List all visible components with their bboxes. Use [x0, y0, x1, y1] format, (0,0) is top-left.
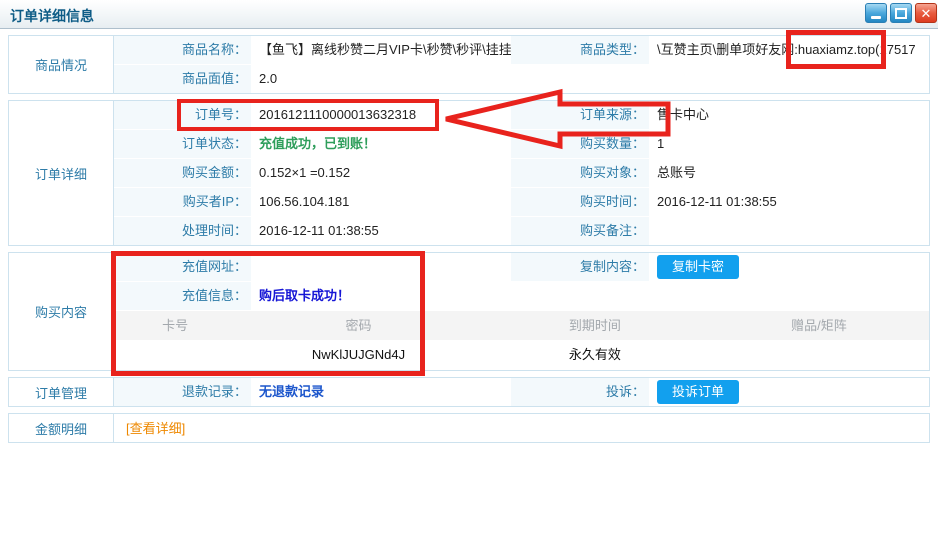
card-table-header: 卡号 密码 到期时间 赠品/矩阵	[114, 311, 929, 340]
product-name-value: 【鱼飞】离线秒赞二月VIP卡\秒赞\秒评\挂挂	[251, 36, 511, 64]
buy-qty-label: 购买数量：	[511, 130, 649, 158]
order-source-value: 售卡中心	[649, 101, 929, 129]
category-manage: 订单管理	[9, 378, 114, 406]
row-amount-detail: [查看详细]	[114, 414, 929, 442]
gift-matrix-value	[709, 340, 929, 370]
card-password-header: 密码	[236, 311, 481, 340]
recharge-url-value	[251, 253, 511, 281]
order-no-label: 订单号：	[114, 101, 251, 129]
minimize-button[interactable]	[865, 3, 887, 23]
window-controls: ✕	[865, 3, 937, 23]
buy-target-value: 总账号	[649, 159, 929, 187]
product-face-label: 商品面值：	[114, 65, 251, 93]
category-product: 商品情况	[9, 36, 114, 93]
section-amount: 金额明细 [查看详细]	[8, 413, 930, 443]
category-amount: 金额明细	[9, 414, 114, 442]
row-recharge-url: 充值网址： 复制内容： 复制卡密	[114, 253, 929, 282]
copy-card-button[interactable]: 复制卡密	[657, 255, 739, 279]
recharge-info-label: 充值信息：	[114, 282, 251, 310]
card-table-row: NwKlJUJGNd4J 永久有效	[114, 340, 929, 370]
buy-amount-label: 购买金额：	[114, 159, 251, 187]
complaint-label: 投诉：	[511, 378, 649, 406]
gift-matrix-header: 赠品/矩阵	[709, 311, 929, 340]
buy-amount-value: 0.152×1 =0.152	[251, 159, 511, 187]
view-detail-link[interactable]: [查看详细]	[114, 414, 185, 442]
refund-record-label: 退款记录：	[114, 378, 251, 406]
buy-qty-value: 1	[649, 130, 929, 158]
card-no-header: 卡号	[114, 311, 236, 340]
product-type-label: 商品类型：	[511, 36, 649, 64]
category-order: 订单详细	[9, 101, 114, 245]
card-password-value: NwKlJUJGNd4J	[236, 340, 481, 370]
row-order-no: 订单号： 2016121110000013632318 订单来源： 售卡中心	[114, 101, 929, 130]
minimize-icon	[871, 16, 881, 19]
card-no-value	[114, 340, 236, 370]
page-title: 订单详细信息	[10, 6, 94, 26]
expire-time-header: 到期时间	[481, 311, 709, 340]
buy-time-value: 2016-12-11 01:38:55	[649, 188, 929, 216]
buy-remark-value	[649, 217, 929, 245]
row-buyer-ip: 购买者IP： 106.56.104.181 购买时间： 2016-12-11 0…	[114, 188, 929, 217]
maximize-icon	[895, 8, 907, 19]
expire-time-value: 永久有效	[481, 340, 709, 370]
order-status-value: 充值成功，已到账！	[251, 130, 511, 158]
handle-time-label: 处理时间：	[114, 217, 251, 245]
category-content: 购买内容	[9, 253, 114, 370]
row-handle-time: 处理时间： 2016-12-11 01:38:55 购买备注：	[114, 217, 929, 245]
product-type-value: \互赞主页\删单项好友网:huaxiamz.top(17517	[649, 36, 929, 64]
buyer-ip-label: 购买者IP：	[114, 188, 251, 216]
close-button[interactable]: ✕	[915, 3, 937, 23]
maximize-button[interactable]	[890, 3, 912, 23]
copy-content-cell: 复制卡密	[649, 253, 929, 281]
section-manage: 订单管理 退款记录： 无退款记录 投诉： 投诉订单	[8, 377, 930, 407]
row-product-name: 商品名称： 【鱼飞】离线秒赞二月VIP卡\秒赞\秒评\挂挂 商品类型： \互赞主…	[114, 36, 929, 65]
close-icon: ✕	[921, 7, 932, 20]
section-product: 商品情况 商品名称： 【鱼飞】离线秒赞二月VIP卡\秒赞\秒评\挂挂 商品类型：…	[8, 35, 930, 94]
buy-remark-label: 购买备注：	[511, 217, 649, 245]
complaint-cell: 投诉订单	[649, 378, 929, 406]
order-status-label: 订单状态：	[114, 130, 251, 158]
order-source-label: 订单来源：	[511, 101, 649, 129]
section-order: 订单详细 订单号： 2016121110000013632318 订单来源： 售…	[8, 100, 930, 246]
section-content: 购买内容 充值网址： 复制内容： 复制卡密 充值信息： 购后取卡成功！ 卡号 密…	[8, 252, 930, 371]
order-no-value: 2016121110000013632318	[251, 101, 511, 129]
row-product-face: 商品面值： 2.0	[114, 65, 929, 93]
row-buy-amount: 购买金额： 0.152×1 =0.152 购买对象： 总账号	[114, 159, 929, 188]
product-name-label: 商品名称：	[114, 36, 251, 64]
title-bar: 订单详细信息 ✕	[0, 0, 938, 29]
refund-record-value: 无退款记录	[251, 378, 511, 406]
recharge-info-value: 购后取卡成功！	[251, 282, 929, 310]
copy-content-label: 复制内容：	[511, 253, 649, 281]
buy-time-label: 购买时间：	[511, 188, 649, 216]
row-refund: 退款记录： 无退款记录 投诉： 投诉订单	[114, 378, 929, 406]
recharge-url-label: 充值网址：	[114, 253, 251, 281]
row-recharge-info: 充值信息： 购后取卡成功！	[114, 282, 929, 311]
row-order-status: 订单状态： 充值成功，已到账！ 购买数量： 1	[114, 130, 929, 159]
buy-target-label: 购买对象：	[511, 159, 649, 187]
product-face-value: 2.0	[251, 65, 929, 93]
handle-time-value: 2016-12-11 01:38:55	[251, 217, 511, 245]
complain-order-button[interactable]: 投诉订单	[657, 380, 739, 404]
buyer-ip-value: 106.56.104.181	[251, 188, 511, 216]
